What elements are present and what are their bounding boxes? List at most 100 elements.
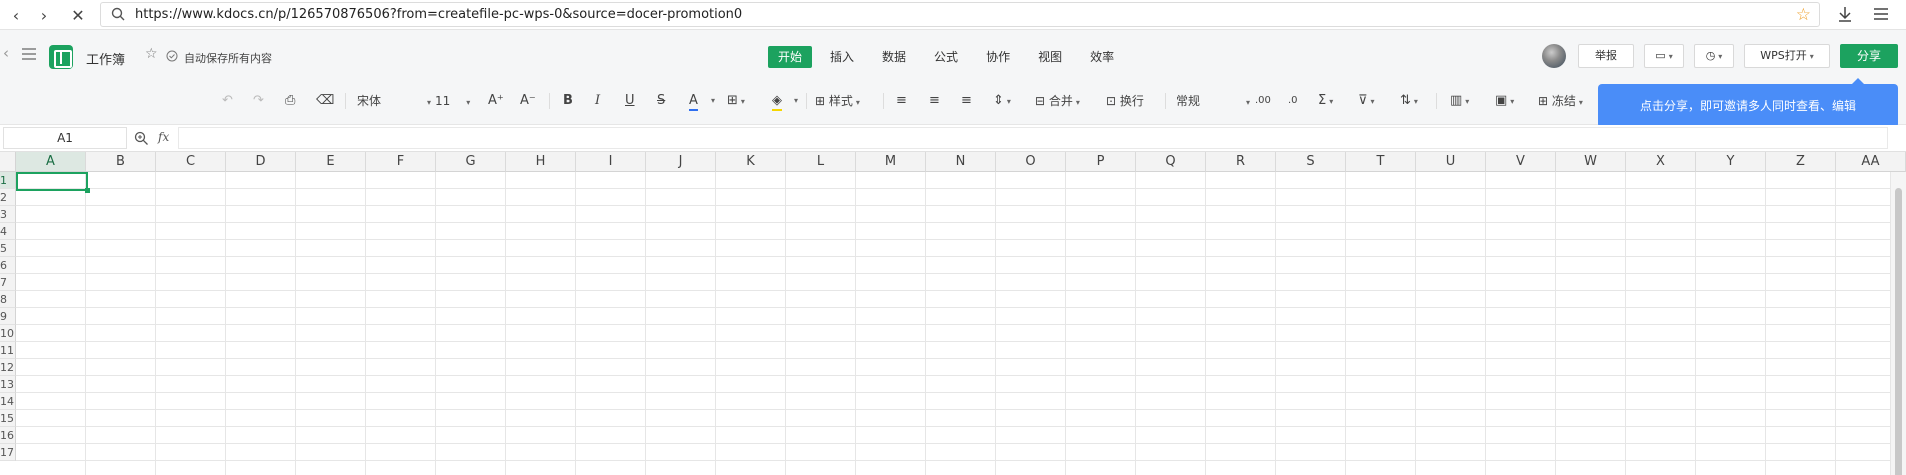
font-name-select[interactable]: 宋体 ▾	[357, 93, 431, 111]
column-header-aa[interactable]: AA	[1836, 152, 1906, 172]
row-header-4[interactable]: 4	[0, 223, 16, 240]
align-right-icon[interactable]: ≡	[961, 93, 972, 109]
undo-icon[interactable]: ↶	[222, 93, 233, 109]
tab-view[interactable]: 视图	[1028, 46, 1072, 68]
column-header-j[interactable]: J	[646, 152, 716, 172]
share-tooltip[interactable]: 点击分享，即可邀请多人同时查看、编辑	[1598, 78, 1898, 128]
hamburger-icon[interactable]	[22, 48, 36, 60]
tab-collab[interactable]: 协作	[976, 46, 1020, 68]
column-header-z[interactable]: Z	[1766, 152, 1836, 172]
row-header-16[interactable]: 16	[0, 427, 16, 444]
column-header-x[interactable]: X	[1626, 152, 1696, 172]
font-color-caret[interactable]: ▾	[711, 93, 715, 109]
row-header-9[interactable]: 9	[0, 308, 16, 325]
column-header-w[interactable]: W	[1556, 152, 1626, 172]
row-header-8[interactable]: 8	[0, 291, 16, 308]
decrease-decimal-icon[interactable]: .0	[1288, 93, 1298, 109]
format-painter-icon[interactable]: ⎙	[285, 93, 295, 109]
document-title[interactable]: 工作簿	[86, 49, 125, 68]
eraser-icon[interactable]: ⌫	[316, 93, 334, 109]
row-header-1[interactable]: 1	[0, 172, 16, 189]
column-header-i[interactable]: I	[576, 152, 646, 172]
back-icon[interactable]: ‹	[4, 3, 28, 27]
vertical-align-icon[interactable]: ⇕ ▾	[993, 93, 1011, 110]
fill-color-icon[interactable]: ◈	[772, 93, 782, 111]
download-icon[interactable]	[1836, 5, 1854, 23]
column-header-k[interactable]: K	[716, 152, 786, 172]
column-header-r[interactable]: R	[1206, 152, 1276, 172]
formula-input[interactable]	[178, 127, 1888, 149]
tab-start[interactable]: 开始	[768, 46, 813, 68]
chart-icon[interactable]: ▥ ▾	[1450, 93, 1469, 110]
font-size-select[interactable]: 11 ▾	[435, 93, 470, 111]
fill-color-caret[interactable]: ▾	[794, 93, 798, 109]
increase-font-icon[interactable]: A⁺	[488, 93, 504, 109]
align-left-icon[interactable]: ≡	[896, 93, 907, 109]
column-header-l[interactable]: L	[786, 152, 856, 172]
row-header-7[interactable]: 7	[0, 274, 16, 291]
redo-icon[interactable]: ↷	[253, 93, 264, 109]
column-header-t[interactable]: T	[1346, 152, 1416, 172]
column-header-d[interactable]: D	[226, 152, 296, 172]
star-icon[interactable]: ☆	[145, 46, 158, 62]
row-header-13[interactable]: 13	[0, 376, 16, 393]
align-center-icon[interactable]: ≡	[929, 93, 940, 109]
column-header-u[interactable]: U	[1416, 152, 1486, 172]
filter-icon[interactable]: ⊽ ▾	[1358, 93, 1375, 110]
cell-area[interactable]	[16, 172, 1890, 475]
tab-efficiency[interactable]: 效率	[1080, 46, 1124, 68]
font-color-icon[interactable]: A	[689, 93, 698, 111]
freeze-button[interactable]: ⊞ 冻结 ▾	[1538, 93, 1583, 111]
image-icon[interactable]: ▣ ▾	[1495, 93, 1514, 110]
row-header-6[interactable]: 6	[0, 257, 16, 274]
column-header-h[interactable]: H	[506, 152, 576, 172]
column-header-n[interactable]: N	[926, 152, 996, 172]
column-header-p[interactable]: P	[1066, 152, 1136, 172]
menu-icon[interactable]	[1872, 5, 1890, 23]
bookmark-star-icon[interactable]: ☆	[1796, 5, 1811, 25]
row-header-12[interactable]: 12	[0, 359, 16, 376]
wps-open-button[interactable]: WPS打开 ▾	[1744, 44, 1830, 68]
row-header-14[interactable]: 14	[0, 393, 16, 410]
italic-icon[interactable]: I	[595, 93, 600, 109]
column-header-a[interactable]: A	[16, 152, 86, 172]
address-bar[interactable]: https://www.kdocs.cn/p/126570876506?from…	[100, 2, 1820, 27]
column-header-f[interactable]: F	[366, 152, 436, 172]
bold-icon[interactable]: B	[563, 93, 573, 109]
row-header-10[interactable]: 10	[0, 325, 16, 342]
row-header-17[interactable]: 17	[0, 444, 16, 461]
scrollbar-thumb[interactable]	[1895, 188, 1902, 475]
row-header-15[interactable]: 15	[0, 410, 16, 427]
active-cell-a1[interactable]	[16, 172, 90, 193]
present-button[interactable]: ▭ ▾	[1644, 44, 1684, 68]
select-all-corner[interactable]	[0, 152, 16, 172]
stop-icon[interactable]: ✕	[66, 3, 90, 27]
merge-button[interactable]: ⊟ 合并 ▾	[1035, 93, 1080, 111]
history-button[interactable]: ◷ ▾	[1694, 44, 1734, 68]
border-icon[interactable]: ⊞ ▾	[727, 93, 745, 110]
tab-data[interactable]: 数据	[872, 46, 916, 68]
report-button[interactable]: 举报	[1578, 44, 1634, 68]
decrease-font-icon[interactable]: A⁻	[520, 93, 536, 109]
underline-icon[interactable]: U	[625, 93, 635, 109]
column-header-g[interactable]: G	[436, 152, 506, 172]
sort-icon[interactable]: ⇅ ▾	[1400, 93, 1418, 110]
column-header-c[interactable]: C	[156, 152, 226, 172]
avatar[interactable]	[1542, 44, 1566, 68]
tab-insert[interactable]: 插入	[820, 46, 864, 68]
sum-icon[interactable]: Σ ▾	[1318, 93, 1333, 110]
column-header-v[interactable]: V	[1486, 152, 1556, 172]
column-header-e[interactable]: E	[296, 152, 366, 172]
column-header-q[interactable]: Q	[1136, 152, 1206, 172]
column-header-y[interactable]: Y	[1696, 152, 1766, 172]
number-format-select[interactable]: 常规 ▾	[1176, 93, 1250, 111]
vertical-scrollbar[interactable]	[1890, 172, 1906, 475]
column-header-b[interactable]: B	[86, 152, 156, 172]
strikethrough-icon[interactable]: S	[657, 93, 665, 109]
cell-name-box[interactable]: A1	[3, 127, 127, 149]
row-header-3[interactable]: 3	[0, 206, 16, 223]
forward-icon[interactable]: ›	[32, 3, 56, 27]
row-header-2[interactable]: 2	[0, 189, 16, 206]
share-button[interactable]: 分享	[1840, 44, 1898, 68]
column-header-o[interactable]: O	[996, 152, 1066, 172]
